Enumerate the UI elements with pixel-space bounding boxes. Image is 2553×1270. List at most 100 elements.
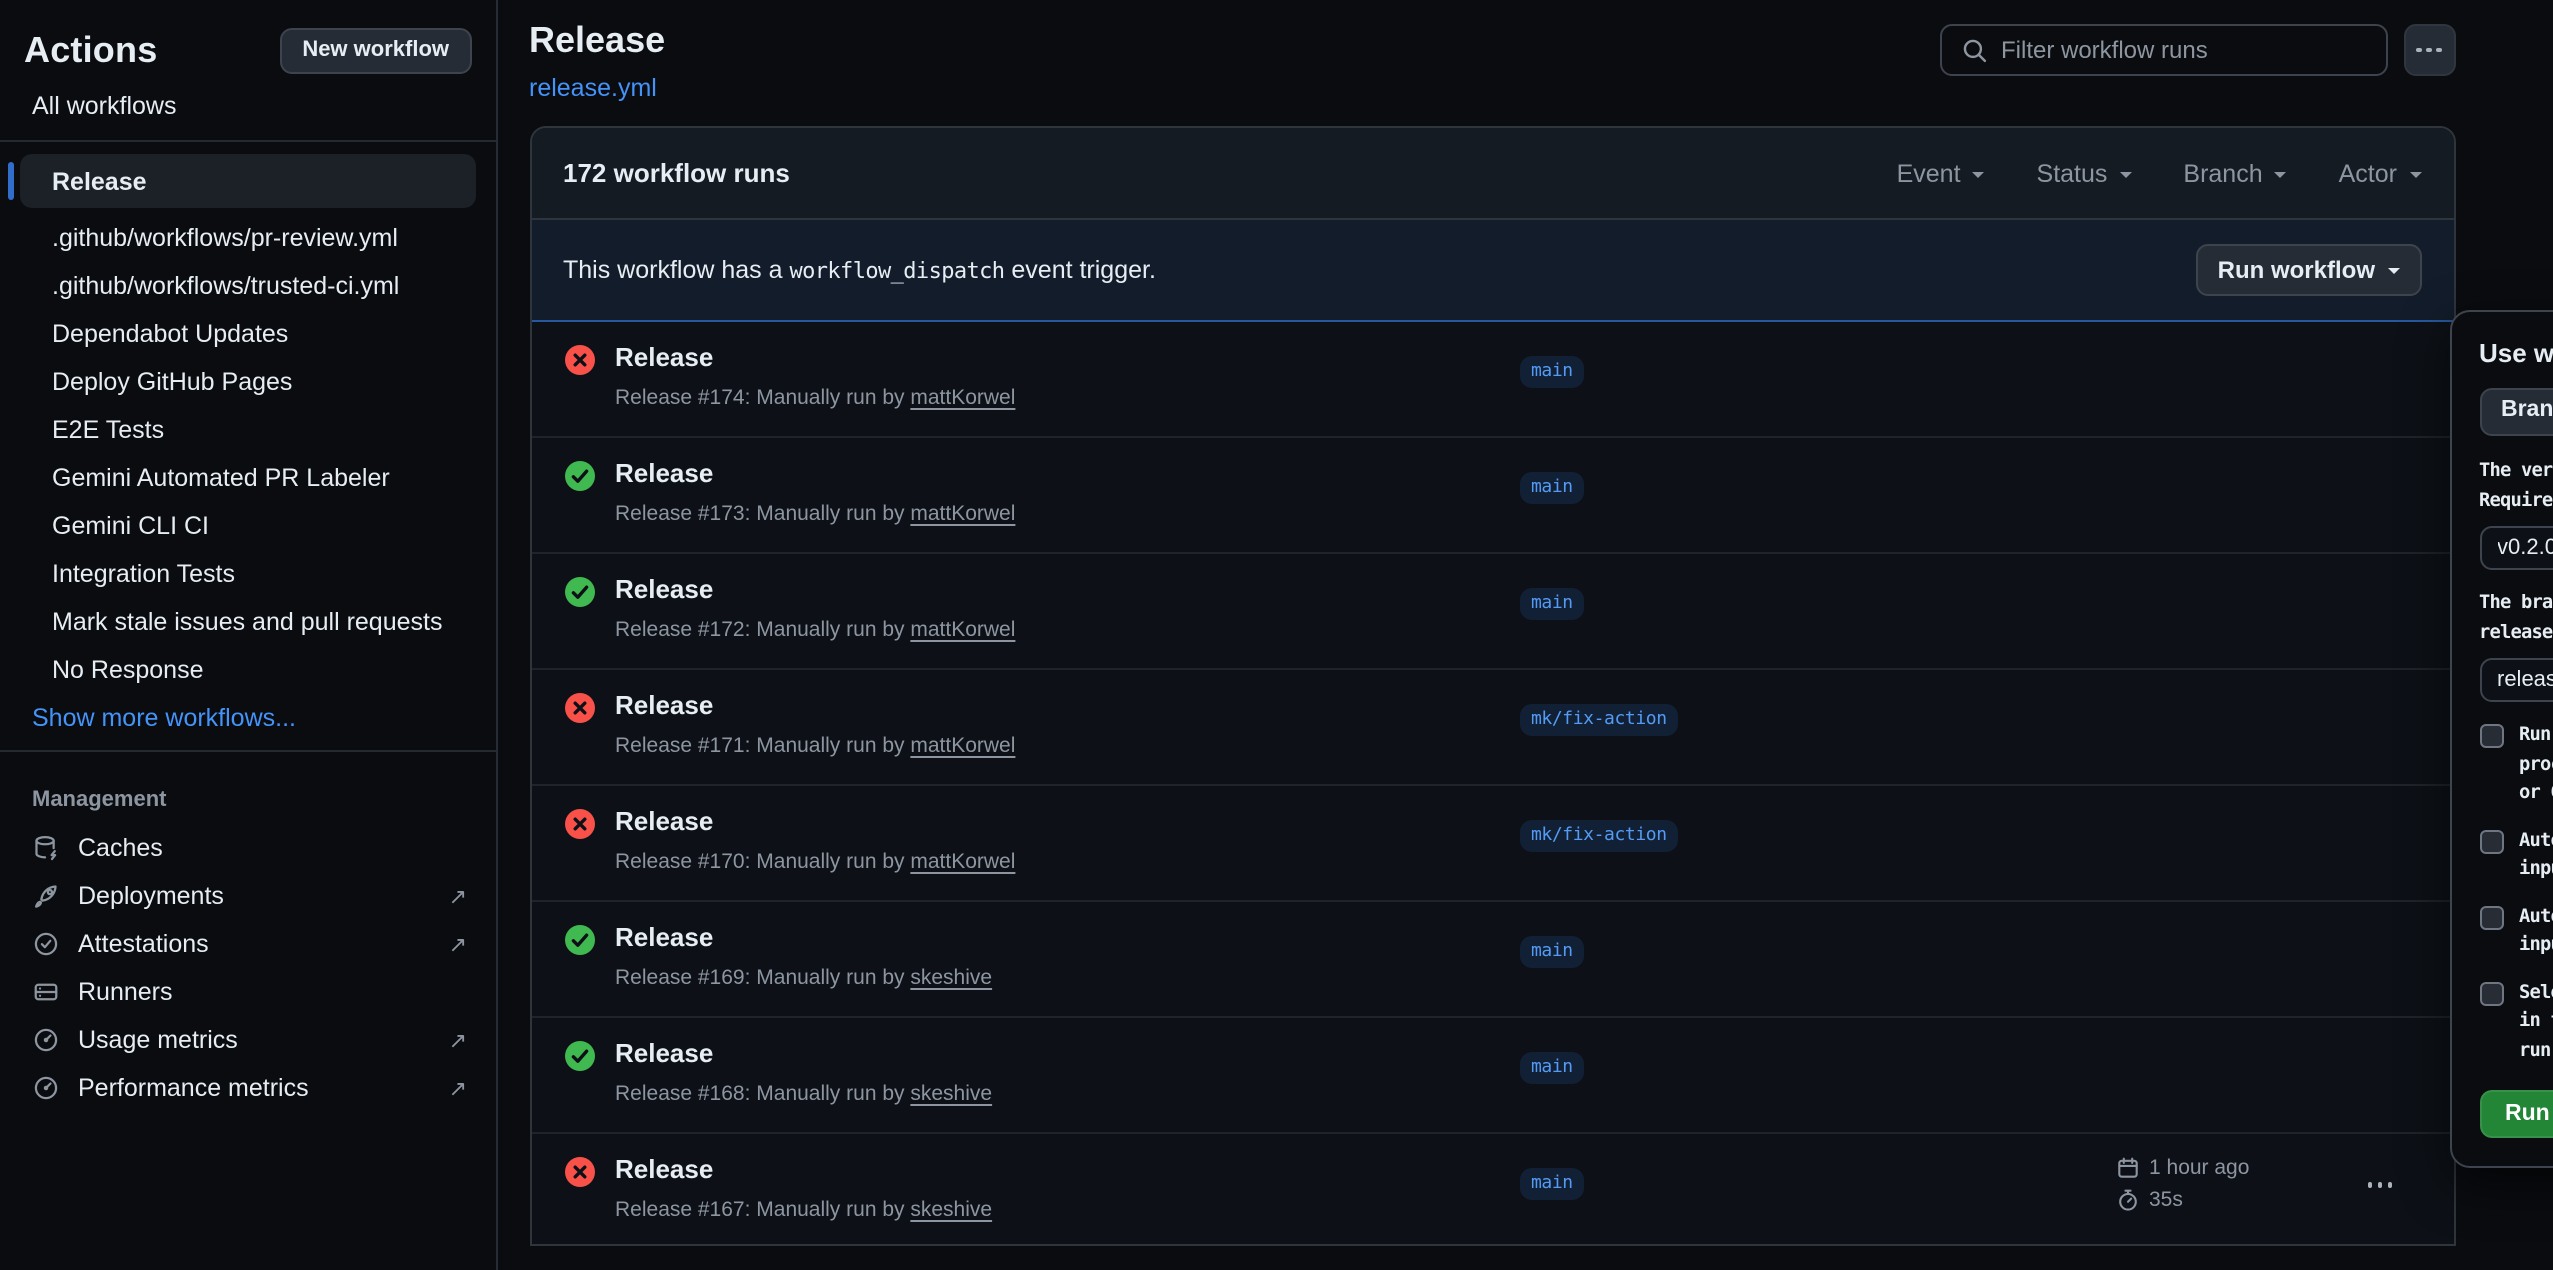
external-link-arrow-icon: ↗ <box>449 883 467 909</box>
run-description: Release #167: Manually run by skeshive <box>615 1198 992 1222</box>
branch-badge[interactable]: main <box>1519 936 1585 968</box>
ref-input[interactable] <box>2479 658 2553 702</box>
filter-menu-actor[interactable]: Actor <box>2339 159 2421 187</box>
run-name-link[interactable]: Release <box>615 688 1015 722</box>
show-more-workflows-link[interactable]: Show more workflows... <box>0 694 495 750</box>
run-description: Release #171: Manually run by mattKorwel <box>615 734 1015 758</box>
run-actor-link[interactable]: skeshive <box>910 1198 992 1222</box>
sidebar-workflow-item-integration-tests[interactable]: Integration Tests <box>20 550 475 598</box>
filter-menu-event[interactable]: Event <box>1897 159 1985 187</box>
workflow-run-row[interactable]: Release Release #174: Manually run by ma… <box>531 322 2453 438</box>
sidebar-divider <box>0 140 495 142</box>
branch-badge[interactable]: main <box>1519 472 1585 504</box>
run-description: Release #173: Manually run by mattKorwel <box>615 502 1015 526</box>
sidebar-workflow-item-dependabot-updates[interactable]: Dependabot Updates <box>20 310 475 358</box>
sidebar-workflow-item-mark-stale-issues-and-pull-requests[interactable]: Mark stale issues and pull requests <box>20 598 475 646</box>
workflow-runs-list: Release Release #174: Manually run by ma… <box>531 322 2453 1246</box>
sidebar-workflow-item-no-response[interactable]: No Response <box>20 646 475 694</box>
checkbox-option[interactable]: Auto apply the nightly release tag, inpu… <box>2479 827 2553 885</box>
filter-menu-status[interactable]: Status <box>2037 159 2132 187</box>
main-content: Release release.yml 172 workflow runs <box>497 0 2553 1270</box>
stopwatch-icon <box>2115 1188 2139 1212</box>
sidebar-divider <box>0 750 495 752</box>
branch-badge[interactable]: main <box>1519 588 1585 620</box>
new-workflow-button[interactable]: New workflow <box>280 28 471 74</box>
run-actor-link[interactable]: mattKorwel <box>910 850 1015 874</box>
checkbox[interactable] <box>2479 829 2503 853</box>
meter-icon <box>32 1026 60 1054</box>
sidebar-workflow-item-e2e-tests[interactable]: E2E Tests <box>20 406 475 454</box>
run-actor-link[interactable]: mattKorwel <box>910 502 1015 526</box>
workflow-file-link[interactable]: release.yml <box>529 74 657 102</box>
branch-badge[interactable]: main <box>1519 1168 1585 1200</box>
run-actor-link[interactable]: mattKorwel <box>910 618 1015 642</box>
management-item-caches[interactable]: Caches <box>0 824 495 872</box>
checkbox[interactable] <box>2479 981 2503 1005</box>
run-name-link[interactable]: Release <box>615 1036 992 1070</box>
management-item-usage-metrics[interactable]: Usage metrics ↗ <box>0 1016 495 1064</box>
sidebar-workflow-item--github-workflows-trusted-ci-yml[interactable]: .github/workflows/trusted-ci.yml <box>20 262 475 310</box>
sidebar-title: Actions <box>24 30 157 72</box>
management-item-deployments[interactable]: Deployments ↗ <box>0 872 495 920</box>
management-item-attestations[interactable]: Attestations ↗ <box>0 920 495 968</box>
run-workflow-submit-button[interactable]: Run workflow <box>2479 1090 2553 1138</box>
workflow-run-row[interactable]: Release Release #172: Manually run by ma… <box>531 554 2453 670</box>
verified-icon <box>32 930 60 958</box>
workflow-dispatch-code: workflow_dispatch <box>789 258 1004 284</box>
version-input[interactable] <box>2479 526 2553 570</box>
chevron-down-icon <box>2387 268 2399 280</box>
run-name-link[interactable]: Release <box>615 804 1015 838</box>
sidebar-workflow-item-release[interactable]: Release <box>20 154 475 208</box>
run-name-link[interactable]: Release <box>615 456 1015 490</box>
run-workflow-dropdown-button[interactable]: Run workflow <box>2196 244 2421 296</box>
run-kebab-button[interactable] <box>2367 1182 2393 1187</box>
management-section-label: Management <box>0 764 495 824</box>
chevron-down-icon <box>2409 171 2421 183</box>
workflow-run-row[interactable]: Release Release #173: Manually run by ma… <box>531 438 2453 554</box>
sidebar-item-all-workflows[interactable]: All workflows <box>0 74 495 140</box>
management-item-runners[interactable]: Runners <box>0 968 495 1016</box>
sidebar-workflow-item-gemini-cli-ci[interactable]: Gemini CLI CI <box>20 502 475 550</box>
run-workflow-panel: Use workflow from Branch: main The versi… <box>2449 310 2553 1168</box>
workflow-list: Release .github/workflows/pr-review.yml … <box>0 154 495 694</box>
page-title: Release <box>529 20 665 62</box>
workflow-run-row[interactable]: Release Release #170: Manually run by ma… <box>531 786 2453 902</box>
run-name-link[interactable]: Release <box>615 572 1015 606</box>
workflow-run-row[interactable]: Release Release #168: Manually run by sk… <box>531 1018 2453 1134</box>
run-actor-link[interactable]: mattKorwel <box>910 734 1015 758</box>
branch-selector-button[interactable]: Branch: main <box>2479 388 2553 436</box>
checkbox[interactable] <box>2479 905 2503 929</box>
sidebar-workflow-item-gemini-automated-pr-labeler[interactable]: Gemini Automated PR Labeler <box>20 454 475 502</box>
filter-workflow-runs-box[interactable] <box>1939 24 2387 76</box>
checkbox-option[interactable]: Auto apply the preview release tag, inpu… <box>2479 903 2553 961</box>
branch-badge[interactable]: mk/fix-action <box>1519 820 1679 852</box>
branch-badge[interactable]: main <box>1519 1052 1585 1084</box>
sidebar-workflow-item-deploy-github-pages[interactable]: Deploy GitHub Pages <box>20 358 475 406</box>
failed-status-icon <box>563 808 595 874</box>
branch-badge[interactable]: mk/fix-action <box>1519 704 1679 736</box>
workflow-run-row[interactable]: Release Release #169: Manually run by sk… <box>531 902 2453 1018</box>
success-status-icon <box>563 1040 595 1106</box>
run-name-link[interactable]: Release <box>615 340 1015 374</box>
workflow-run-row[interactable]: Release Release #171: Manually run by ma… <box>531 670 2453 786</box>
run-actor-link[interactable]: mattKorwel <box>910 386 1015 410</box>
sidebar-workflow-item--github-workflows-pr-review-yml[interactable]: .github/workflows/pr-review.yml <box>20 214 475 262</box>
run-name-link[interactable]: Release <box>615 920 992 954</box>
run-actor-link[interactable]: skeshive <box>910 1082 992 1106</box>
workflow-options-kebab-button[interactable] <box>2403 24 2455 76</box>
checkbox-option[interactable]: Run a dry-run of the release process; no… <box>2479 722 2553 809</box>
management-item-performance-metrics[interactable]: Performance metrics ↗ <box>0 1064 495 1112</box>
management-list: Caches Deployments ↗ Attestations ↗ Runn… <box>0 824 495 1112</box>
workflow-runs-card: 172 workflow runs Event Status Branch Ac… <box>529 126 2455 1246</box>
branch-badge[interactable]: main <box>1519 356 1585 388</box>
checkbox-option[interactable]: Select to skip the "Run Tests" step in t… <box>2479 979 2553 1066</box>
run-name-link[interactable]: Release <box>615 1152 992 1186</box>
filter-workflow-runs-input[interactable] <box>2001 36 2365 64</box>
run-time: 1 hour ago <box>2149 1156 2249 1180</box>
filter-menu-branch[interactable]: Branch <box>2183 159 2286 187</box>
success-status-icon <box>563 460 595 526</box>
workflow-run-row[interactable]: Release Release #167: Manually run by sk… <box>531 1134 2453 1246</box>
run-actor-link[interactable]: skeshive <box>910 966 992 990</box>
checkbox[interactable] <box>2479 724 2503 748</box>
run-description: Release #174: Manually run by mattKorwel <box>615 386 1015 410</box>
